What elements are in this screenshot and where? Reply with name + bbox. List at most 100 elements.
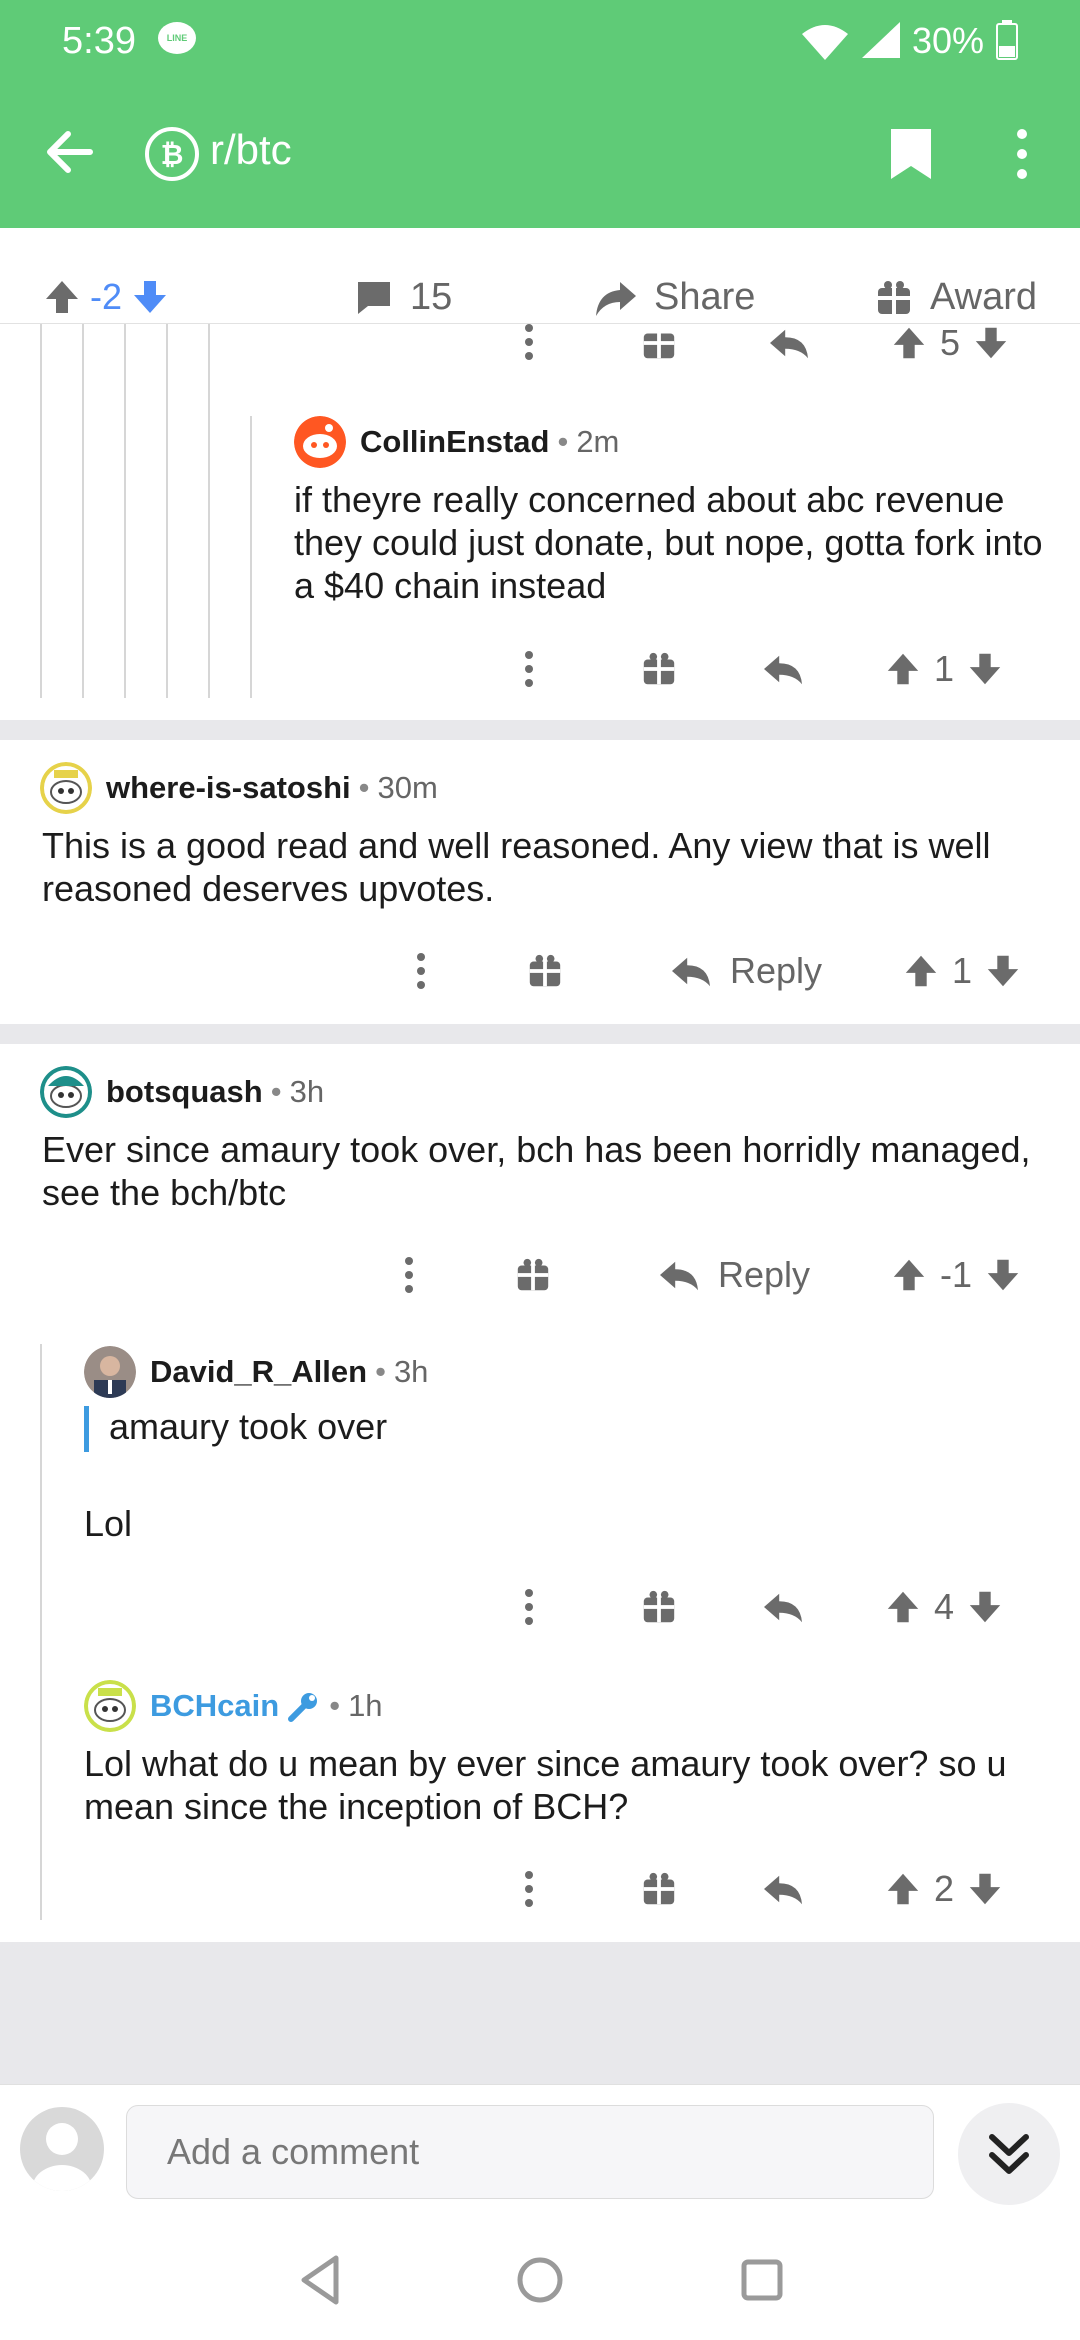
- upvote-icon[interactable]: [884, 1870, 922, 1908]
- gift-icon[interactable]: [640, 324, 678, 362]
- post-score: -2: [90, 276, 123, 317]
- more-options-icon[interactable]: [414, 951, 428, 991]
- nav-home-icon[interactable]: [514, 2252, 566, 2308]
- more-options-icon[interactable]: [522, 322, 536, 362]
- reply-arrow-icon[interactable]: [762, 1588, 804, 1626]
- battery-icon: [996, 20, 1018, 60]
- comment-author[interactable]: David_R_Allen: [150, 1354, 367, 1390]
- upvote-icon[interactable]: [884, 650, 922, 688]
- separator-dot: •: [375, 1354, 386, 1389]
- thread-line: [208, 324, 210, 698]
- add-comment-input[interactable]: Add a comment: [126, 2105, 934, 2199]
- signal-icon: [862, 22, 900, 58]
- post-action-bar: -2 15 Share Award: [0, 228, 1080, 324]
- reply-arrow-icon[interactable]: [762, 650, 804, 688]
- more-options-icon[interactable]: [402, 1255, 416, 1295]
- upvote-icon[interactable]: [42, 277, 82, 317]
- comment-actions: 4: [522, 1586, 1004, 1628]
- comment-age: 1h: [348, 1688, 383, 1723]
- comment-age: 3h: [393, 1354, 429, 1389]
- downvote-icon[interactable]: [130, 277, 170, 317]
- comment-actions: 2: [522, 1868, 1004, 1910]
- gift-icon[interactable]: [526, 952, 564, 990]
- downvote-icon[interactable]: [984, 1256, 1022, 1294]
- wrench-icon: [288, 1693, 318, 1722]
- comment-score: 1: [952, 950, 973, 991]
- status-time: 5:39: [62, 20, 136, 62]
- bookmark-icon[interactable]: [888, 126, 934, 182]
- downvote-icon[interactable]: [966, 1870, 1004, 1908]
- nav-recents-icon[interactable]: [738, 2252, 786, 2308]
- back-arrow-icon[interactable]: [40, 122, 100, 182]
- upvote-icon[interactable]: [902, 952, 940, 990]
- app-header: 5:39 LINE 30% ₿ r/btc: [0, 0, 1080, 228]
- gift-icon[interactable]: [640, 650, 678, 688]
- avatar[interactable]: [84, 1680, 136, 1732]
- comment-author[interactable]: where-is-satoshi: [106, 770, 351, 806]
- jump-to-bottom-button[interactable]: [958, 2103, 1060, 2205]
- more-options-icon[interactable]: [1010, 126, 1034, 182]
- comment-composer: Add a comment: [0, 2084, 1080, 2220]
- separator-dot: •: [270, 1074, 282, 1109]
- comment-age: 30m: [377, 770, 438, 805]
- system-nav-bar: [0, 2220, 1080, 2340]
- comment-author[interactable]: BCHcain: [150, 1688, 279, 1724]
- reply-arrow-icon[interactable]: [768, 324, 810, 362]
- comment-header: CollinEnstad • 2m: [294, 416, 619, 468]
- comment-bubble-icon: [358, 281, 390, 314]
- award-button[interactable]: Award: [874, 276, 1037, 319]
- comment-score: 1: [934, 648, 955, 689]
- reply-button[interactable]: Reply: [658, 1254, 810, 1296]
- comment-author[interactable]: botsquash: [106, 1074, 263, 1110]
- bitcoin-subreddit-icon: ₿: [145, 127, 199, 181]
- app-bar: ₿ r/btc: [0, 100, 1080, 210]
- downvote-icon[interactable]: [984, 952, 1022, 990]
- gift-icon[interactable]: [640, 1588, 678, 1626]
- line-notification-icon: LINE: [158, 22, 196, 54]
- upvote-icon[interactable]: [890, 1256, 928, 1294]
- comment-divider: [0, 720, 1080, 740]
- avatar[interactable]: [84, 1346, 136, 1398]
- comment-body: if theyre really concerned about abc rev…: [294, 479, 1043, 606]
- svg-text:₿: ₿: [161, 138, 184, 171]
- comment-age: 2m: [576, 424, 620, 459]
- comment-actions: Reply 1: [414, 950, 1022, 992]
- share-arrow-icon: [596, 281, 636, 316]
- share-button[interactable]: Share: [594, 276, 755, 319]
- award-label: Award: [930, 276, 1038, 318]
- comment-actions-right: 5: [640, 322, 1010, 364]
- more-options-icon[interactable]: [522, 1587, 536, 1627]
- downvote-icon[interactable]: [966, 650, 1004, 688]
- thread-line: [40, 324, 42, 698]
- gift-icon: [878, 280, 910, 314]
- upvote-icon[interactable]: [884, 1588, 922, 1626]
- downvote-icon[interactable]: [972, 324, 1010, 362]
- comment-score: -1: [940, 1254, 973, 1295]
- separator-dot: •: [557, 424, 569, 459]
- comment-actions: 1: [522, 648, 1004, 690]
- gift-icon[interactable]: [640, 1870, 678, 1908]
- comments-count-button[interactable]: 15: [354, 276, 452, 319]
- comment-author[interactable]: CollinEnstad: [360, 424, 549, 460]
- downvote-icon[interactable]: [966, 1588, 1004, 1626]
- avatar[interactable]: [40, 762, 92, 814]
- subreddit-name[interactable]: r/btc: [210, 126, 292, 174]
- gift-icon[interactable]: [514, 1256, 552, 1294]
- wifi-icon: [802, 25, 848, 60]
- nav-back-icon[interactable]: [296, 2252, 344, 2308]
- reply-arrow-icon[interactable]: [762, 1870, 804, 1908]
- upvote-icon[interactable]: [890, 324, 928, 362]
- more-options-icon[interactable]: [522, 649, 536, 689]
- more-options-icon[interactable]: [522, 1869, 536, 1909]
- comment-header: botsquash • 3h: [40, 1066, 324, 1118]
- avatar[interactable]: [40, 1066, 92, 1118]
- user-avatar[interactable]: [20, 2107, 104, 2191]
- avatar[interactable]: [294, 416, 346, 468]
- comment-header: where-is-satoshi • 30m: [40, 762, 438, 814]
- reply-arrow-icon: [660, 1261, 698, 1291]
- comment-header: BCHcain • 1h: [84, 1680, 383, 1732]
- comment-score: 5: [940, 322, 961, 363]
- comment-body: Lol: [84, 1503, 133, 1544]
- reply-button[interactable]: Reply: [670, 950, 822, 992]
- comment-body: This is a good read and well reasoned. A…: [42, 825, 991, 909]
